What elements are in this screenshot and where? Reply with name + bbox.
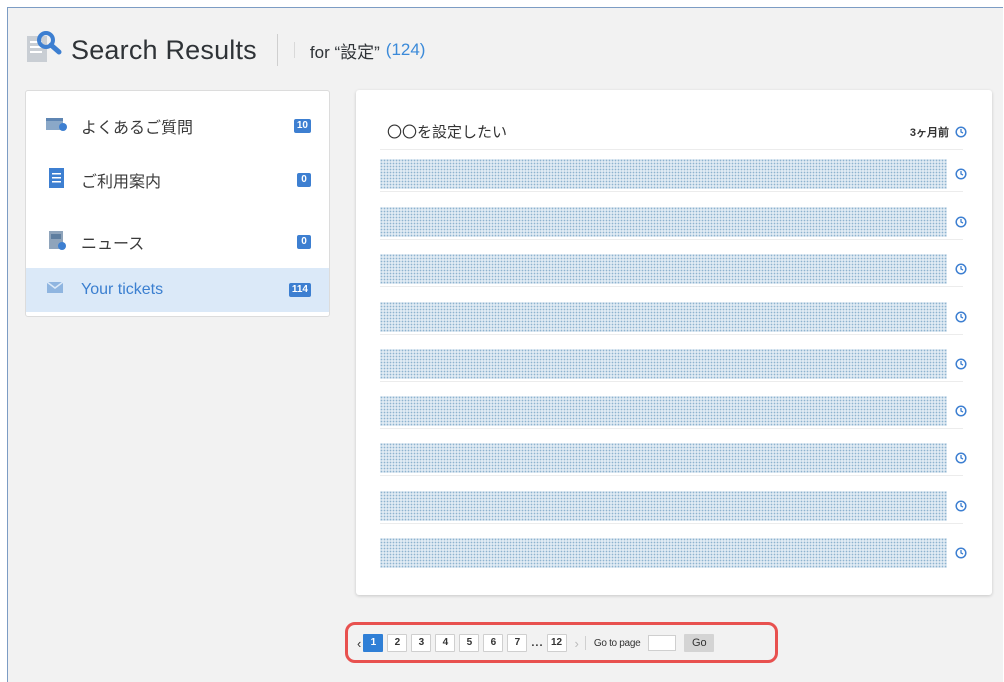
clock-icon [955, 358, 967, 370]
goto-page-input[interactable] [648, 635, 677, 651]
envelope-icon [46, 280, 66, 300]
count-badge: 0 [297, 235, 311, 249]
page-title: Search Results [71, 34, 257, 65]
result-item[interactable]: 〇〇を設定したい 3ヶ月前 [380, 112, 967, 150]
clock-icon [955, 216, 967, 228]
redacted-title [380, 491, 947, 521]
timestamp-text: 3ヶ月前 [909, 127, 949, 139]
result-item-redacted[interactable] [380, 249, 967, 287]
sidebar-item-news[interactable]: ニュース 0 [26, 227, 329, 257]
result-item-redacted[interactable] [380, 438, 967, 476]
news-icon [46, 229, 68, 256]
result-item-redacted[interactable] [380, 297, 967, 335]
result-item-redacted[interactable] [380, 202, 967, 240]
page-button-last[interactable]: 12 [546, 634, 567, 652]
redacted-title [380, 254, 947, 284]
result-timestamp: 3ヶ月前 [910, 124, 967, 140]
sidebar-item-tickets[interactable]: Your tickets 114 [26, 268, 329, 312]
pagination: ‹ 1 2 3 4 5 6 7 ... 12 › Go to page Go [357, 634, 715, 652]
guide-document-icon [46, 167, 68, 194]
clock-icon [955, 126, 967, 138]
sidebar-item-faq[interactable]: よくあるご質問 10 [26, 111, 329, 141]
redacted-title [380, 207, 947, 237]
clock-icon [955, 500, 967, 512]
prev-page-button[interactable]: ‹ [357, 636, 361, 651]
redacted-title [380, 443, 947, 473]
sidebar-item-label: ご利用案内 [81, 174, 162, 191]
sidebar-item-label: ニュース [81, 236, 145, 253]
count-badge: 10 [293, 119, 311, 133]
goto-page-label: Go to page [593, 637, 641, 649]
header-divider-small [293, 42, 295, 58]
clock-icon [955, 168, 967, 180]
sidebar-item-label: Your tickets [81, 281, 164, 298]
pagination-divider [584, 636, 586, 650]
sidebar-item-guide[interactable]: ご利用案内 0 [26, 165, 329, 195]
clock-icon [955, 311, 967, 323]
clock-icon [955, 547, 967, 559]
page-button[interactable]: 7 [507, 634, 528, 652]
clock-icon [955, 452, 967, 464]
faq-icon [46, 116, 68, 137]
page-button[interactable]: 5 [459, 634, 480, 652]
result-item-redacted[interactable] [380, 344, 967, 382]
result-item-redacted[interactable] [380, 391, 967, 429]
page-button-current[interactable]: 1 [363, 634, 384, 652]
clock-icon [955, 263, 967, 275]
page-button[interactable]: 3 [411, 634, 432, 652]
results-panel: 〇〇を設定したい 3ヶ月前 [356, 90, 992, 595]
sidebar-item-label: よくあるご質問 [81, 120, 194, 137]
category-sidebar: よくあるご質問 10 ご利用案内 0 ニュース 0 Your tickets 1… [25, 90, 330, 317]
go-button[interactable]: Go [684, 634, 715, 652]
page-header: Search Results for “設定” (124) [25, 30, 425, 70]
redacted-title [380, 302, 947, 332]
result-item-redacted[interactable] [380, 154, 967, 192]
result-title[interactable]: 〇〇を設定したい [387, 121, 507, 142]
count-badge: 114 [288, 283, 311, 297]
redacted-title [380, 349, 947, 379]
header-divider [276, 34, 278, 66]
next-page-button[interactable]: › [575, 636, 579, 651]
result-item-redacted[interactable] [380, 486, 967, 524]
result-count: (124) [385, 40, 426, 59]
count-badge: 0 [297, 173, 311, 187]
redacted-title [380, 538, 947, 568]
page-button[interactable]: 4 [435, 634, 456, 652]
search-document-icon [25, 30, 67, 70]
page-button[interactable]: 6 [483, 634, 504, 652]
page-button[interactable]: 2 [387, 634, 408, 652]
result-item-redacted[interactable] [380, 533, 967, 569]
redacted-title [380, 159, 947, 189]
search-query-text: for “設定” [309, 42, 380, 62]
redacted-title [380, 396, 947, 426]
clock-icon [955, 405, 967, 417]
pagination-ellipsis: ... [531, 637, 544, 649]
